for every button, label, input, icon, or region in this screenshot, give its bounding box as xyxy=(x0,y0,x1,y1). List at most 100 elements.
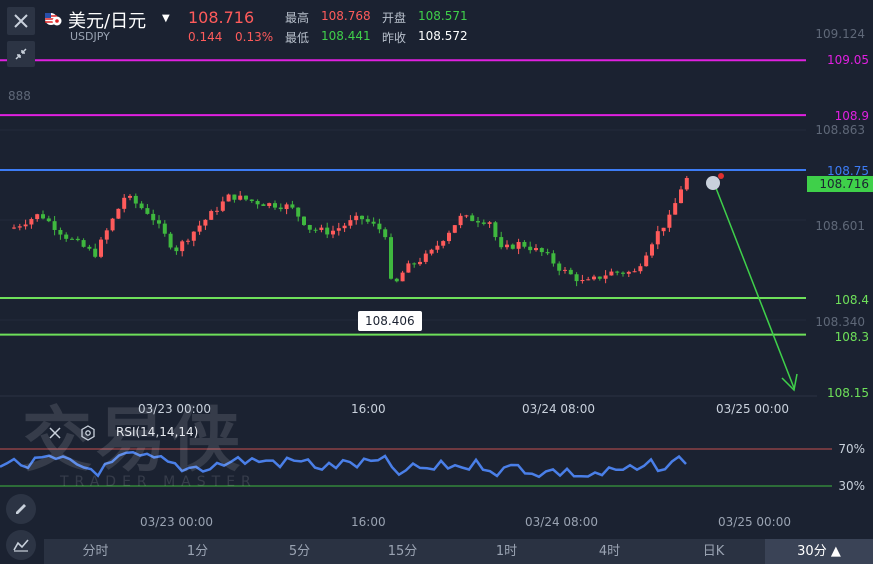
tab-timeframe[interactable]: 分时 xyxy=(58,539,133,564)
candle-body xyxy=(510,244,515,249)
candle-body xyxy=(360,215,364,220)
candle-body xyxy=(528,246,533,251)
candle-body xyxy=(574,274,579,282)
candle-body xyxy=(17,226,22,228)
collapse-button[interactable] xyxy=(7,41,35,67)
indicator-button[interactable] xyxy=(6,530,36,560)
chevron-down-icon[interactable]: ▼ xyxy=(162,13,170,24)
tab-timeframe-active[interactable]: 30分 ▲ xyxy=(765,539,873,564)
candle-body xyxy=(104,230,109,240)
candle-body xyxy=(621,272,625,274)
candle-body xyxy=(302,216,306,225)
candle-body xyxy=(255,201,260,205)
close-rsi-icon[interactable] xyxy=(48,425,62,444)
rsi-upper-label: 70% xyxy=(838,442,865,456)
candle-body xyxy=(336,228,341,231)
pair-symbol: USDJPY xyxy=(70,30,110,43)
candle-body xyxy=(99,239,103,257)
candle-body xyxy=(325,227,330,235)
candle-body xyxy=(58,229,63,235)
candle-body xyxy=(476,221,480,223)
candle-body xyxy=(493,222,498,238)
watermark-subtitle: TRADER MASTER xyxy=(60,474,257,490)
draw-tool-button[interactable] xyxy=(6,494,36,524)
candle-body xyxy=(267,203,272,206)
level-tag: 108.15 xyxy=(817,385,873,401)
active-timeframe-label: 30分 xyxy=(797,544,827,559)
y-tick: 108.340 xyxy=(815,315,865,329)
tab-timeframe[interactable]: 1时 xyxy=(469,539,544,564)
tab-timeframe[interactable]: 日K xyxy=(676,539,751,564)
candle-body xyxy=(41,214,45,219)
level-tag: 108.3 xyxy=(824,329,873,345)
candle-body xyxy=(389,237,393,279)
candle-body xyxy=(435,245,440,250)
candle-body xyxy=(186,240,190,242)
candle-body xyxy=(244,195,248,200)
candle-body xyxy=(319,227,324,230)
x-tick: 16:00 xyxy=(351,402,386,416)
candle-body xyxy=(615,271,620,273)
candle-body xyxy=(626,271,631,274)
tab-timeframe[interactable]: 4时 xyxy=(572,539,647,564)
open-value: 108.571 xyxy=(418,9,468,23)
candle-body xyxy=(64,234,69,239)
candle-body xyxy=(406,263,411,273)
candle-body xyxy=(139,203,144,209)
alert-dot xyxy=(718,173,724,179)
candle-body xyxy=(661,227,666,232)
candle-body xyxy=(377,223,382,230)
close-button[interactable] xyxy=(7,7,35,35)
candle-body xyxy=(609,271,614,276)
candle-body xyxy=(603,275,608,279)
candle-body xyxy=(249,199,254,202)
low-label: 最低 xyxy=(285,31,310,45)
rsi-x-tick: 03/24 08:00 xyxy=(525,515,598,529)
candle-body xyxy=(534,248,538,251)
candle-body xyxy=(667,214,672,228)
candle-body xyxy=(644,255,649,267)
candle-body xyxy=(684,178,689,190)
close-icon xyxy=(14,14,28,28)
candle-body xyxy=(151,213,156,221)
candle-body xyxy=(284,204,289,210)
open-label: 开盘 xyxy=(382,11,407,25)
tab-timeframe[interactable]: 15分 xyxy=(365,539,440,564)
candle-body xyxy=(232,194,237,200)
rsi-x-tick: 16:00 xyxy=(351,515,386,529)
candle-body xyxy=(348,220,353,226)
candle-body xyxy=(168,233,173,248)
candle-body xyxy=(273,203,277,208)
y-tick: 888 xyxy=(8,89,31,103)
tab-timeframe[interactable]: 1分 xyxy=(160,539,235,564)
candle-body xyxy=(313,229,318,231)
prev-close-value: 108.572 xyxy=(418,29,468,43)
candle-body xyxy=(226,194,231,202)
candle-body xyxy=(522,242,527,247)
settings-hex-icon[interactable] xyxy=(80,425,96,445)
candle-body xyxy=(673,203,678,215)
candle-body xyxy=(29,219,34,225)
candle-body xyxy=(23,224,28,227)
candle-body xyxy=(215,210,219,212)
candle-body xyxy=(75,238,80,241)
candle-body xyxy=(133,195,138,204)
candle-body xyxy=(290,204,295,208)
candle-body xyxy=(128,195,132,198)
candle-body xyxy=(145,208,150,214)
candle-body xyxy=(180,241,185,252)
candle-body xyxy=(412,263,417,265)
tab-timeframe[interactable]: 5分 xyxy=(262,539,337,564)
candle-body xyxy=(418,261,422,265)
candle-body xyxy=(81,240,86,247)
candle-body xyxy=(70,238,74,240)
x-tick: 03/25 00:00 xyxy=(716,402,789,416)
high-label: 最高 xyxy=(285,11,310,25)
candle-body xyxy=(342,225,347,229)
candle-body xyxy=(655,231,660,245)
candle-body xyxy=(296,207,301,217)
candle-body xyxy=(505,244,509,248)
candle-body xyxy=(458,215,463,226)
candle-body xyxy=(383,229,388,238)
candle-body xyxy=(191,231,196,241)
